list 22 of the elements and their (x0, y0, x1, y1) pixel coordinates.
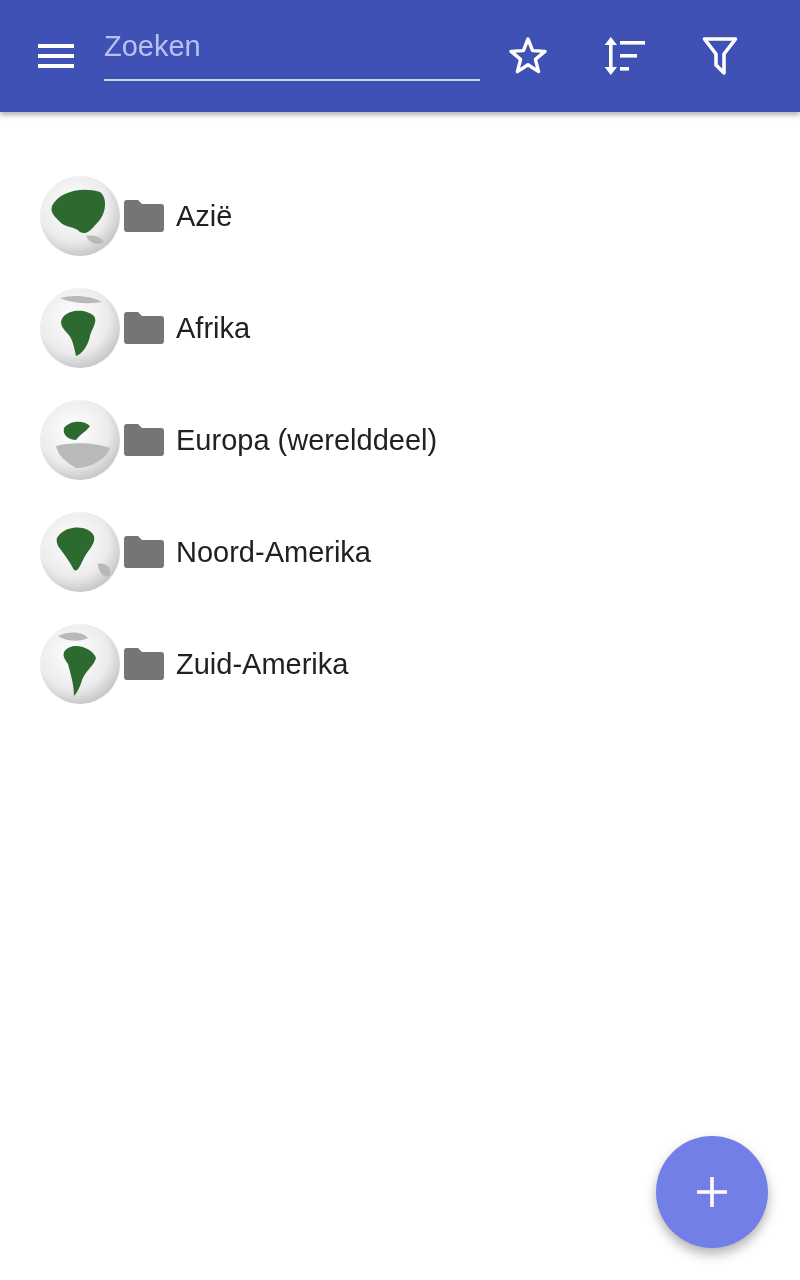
add-button[interactable] (656, 1136, 768, 1248)
globe-map-icon (40, 176, 120, 256)
folder-icon (124, 312, 164, 344)
folder-icon (124, 424, 164, 456)
folder-label[interactable]: Europa (werelddeel) (176, 423, 438, 457)
globe-map-icon (40, 288, 120, 368)
folder-label[interactable]: Noord-Amerika (176, 535, 371, 569)
folder-label[interactable]: Afrika (176, 311, 251, 345)
star-icon (508, 36, 548, 76)
search-field[interactable]: Zoeken (104, 27, 480, 81)
globe-map-icon (40, 400, 120, 480)
menu-icon (38, 44, 74, 68)
plus-icon (697, 1177, 727, 1207)
filter-icon (702, 36, 738, 76)
folder-label[interactable]: Zuid-Amerika (176, 647, 349, 681)
sort-icon (603, 37, 645, 75)
folder-icon (124, 536, 164, 568)
globe-map-icon (40, 512, 120, 592)
folder-icon (124, 648, 164, 680)
folder-icon (124, 200, 164, 232)
folder-label[interactable]: Azië (176, 199, 233, 233)
globe-map-icon (40, 624, 120, 704)
